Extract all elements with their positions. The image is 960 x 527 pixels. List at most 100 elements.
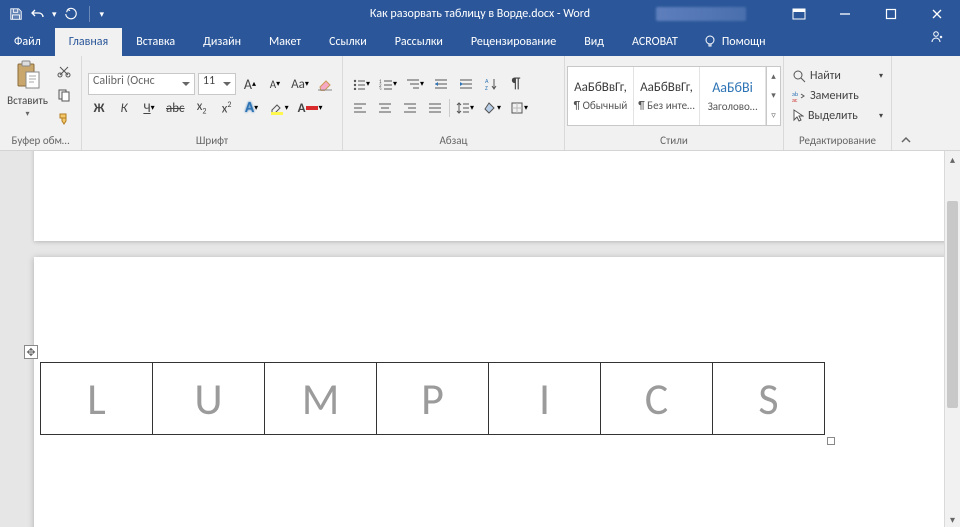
gallery-spinner[interactable]: ▴ ▾ ▿	[766, 67, 780, 125]
tab-file[interactable]: Файл	[0, 28, 55, 56]
superscript-icon[interactable]: x2	[216, 97, 238, 119]
table-resize-handle-icon[interactable]	[827, 437, 835, 445]
font-color-icon[interactable]: A▾	[295, 97, 326, 119]
tab-references[interactable]: Ссылки	[315, 28, 381, 56]
table-cell[interactable]: S	[713, 363, 825, 435]
tell-me-help[interactable]: Помощн	[692, 28, 776, 56]
show-marks-icon[interactable]: ¶	[505, 73, 527, 95]
paste-label: Вставить	[7, 94, 48, 107]
svg-text:A: A	[485, 77, 489, 85]
tab-design[interactable]: Дизайн	[189, 28, 255, 56]
replace-button[interactable]: abac Заменить	[790, 86, 885, 106]
highlight-icon[interactable]: ▾	[266, 97, 292, 119]
decrease-indent-icon[interactable]	[430, 73, 452, 95]
line-spacing-icon[interactable]: ▾	[453, 97, 477, 119]
clear-formatting-icon[interactable]	[314, 73, 336, 95]
font-name-input[interactable]: Calibri (Оснс	[88, 73, 195, 95]
font-size-input[interactable]: 11	[198, 73, 236, 95]
italic-icon[interactable]: К	[113, 97, 135, 119]
quick-access-toolbar: ▾ ▾	[0, 6, 104, 22]
save-icon[interactable]	[8, 6, 24, 22]
share-button[interactable]	[912, 28, 960, 56]
tab-layout[interactable]: Макет	[255, 28, 315, 56]
scroll-down-icon[interactable]: ▾	[945, 511, 960, 527]
cut-icon[interactable]	[53, 60, 75, 82]
style-preview: АаБбВвГг,	[574, 80, 627, 95]
vertical-ruler[interactable]	[0, 151, 24, 527]
find-label: Найти	[810, 69, 841, 83]
select-button[interactable]: Выделить ▾	[790, 106, 885, 126]
scroll-thumb[interactable]	[947, 201, 958, 407]
tab-home[interactable]: Главная	[55, 28, 122, 56]
group-label-styles: Стили	[571, 132, 777, 150]
style-heading1[interactable]: АаБбВі Заголово…	[700, 67, 766, 125]
underline-icon[interactable]: Ч▾	[138, 97, 160, 119]
text-effects-icon[interactable]: A▾	[241, 97, 263, 119]
justify-icon[interactable]	[424, 97, 446, 119]
bullets-icon[interactable]: ▾	[349, 73, 373, 95]
table-cell[interactable]: I	[489, 363, 601, 435]
style-name: ¶ Обычный	[574, 99, 628, 112]
style-name: ¶ Без инте…	[638, 99, 695, 112]
maximize-button[interactable]	[868, 0, 914, 28]
align-right-icon[interactable]	[399, 97, 421, 119]
svg-text:ac: ac	[792, 96, 798, 102]
svg-text:3: 3	[379, 87, 382, 90]
qat-customize-icon[interactable]: ▾	[100, 9, 105, 20]
chevron-down-icon: ▾	[879, 111, 883, 121]
shrink-font-icon[interactable]: A▾	[264, 73, 286, 95]
style-preview: АаБбВвГг,	[640, 80, 693, 95]
bold-icon[interactable]: Ж	[88, 97, 110, 119]
tab-acrobat[interactable]: ACROBAT	[618, 28, 692, 56]
undo-dropdown-icon[interactable]: ▾	[52, 9, 57, 20]
tab-mailings[interactable]: Рассылки	[381, 28, 457, 56]
align-left-icon[interactable]	[349, 97, 371, 119]
scroll-up-icon[interactable]: ▴	[945, 151, 960, 167]
increase-indent-icon[interactable]	[455, 73, 477, 95]
group-paragraph: ▾ 123▾ ▾ AZ ¶ ▾ ▾ ▾ Абзац	[343, 56, 565, 150]
multilevel-list-icon[interactable]: ▾	[403, 73, 427, 95]
table-cell[interactable]: L	[41, 363, 153, 435]
ribbon-display-options-icon[interactable]	[776, 0, 822, 28]
paste-button[interactable]: Вставить ▾	[6, 60, 49, 119]
format-painter-icon[interactable]	[53, 108, 75, 130]
change-case-icon[interactable]: Aa▾	[289, 73, 311, 95]
table-move-handle-icon[interactable]: ✥	[24, 345, 38, 359]
group-styles: АаБбВвГг, ¶ Обычный АаБбВвГг, ¶ Без инте…	[565, 56, 784, 150]
scroll-track[interactable]	[945, 167, 960, 511]
table-cell[interactable]: M	[265, 363, 377, 435]
document-canvas[interactable]: ✥ L U M P I C S	[24, 151, 944, 527]
grow-font-icon[interactable]: A▴	[239, 73, 261, 95]
chevron-down-icon: ▾	[767, 86, 780, 105]
shading-icon[interactable]: ▾	[480, 97, 504, 119]
tab-view[interactable]: Вид	[570, 28, 618, 56]
sort-icon[interactable]: AZ	[480, 73, 502, 95]
group-font: Calibri (Оснс 11 A▴ A▾ Aa▾ Ж К Ч▾ abc x2…	[82, 56, 343, 150]
subscript-icon[interactable]: x2	[191, 97, 213, 119]
user-name-blurred	[656, 7, 746, 21]
tab-insert[interactable]: Вставка	[122, 28, 189, 56]
find-button[interactable]: Найти ▾	[790, 66, 885, 86]
table-cell[interactable]: C	[601, 363, 713, 435]
page-previous	[34, 151, 944, 241]
collapse-ribbon-icon[interactable]	[892, 56, 920, 150]
undo-icon[interactable]	[30, 6, 46, 22]
style-normal[interactable]: АаБбВвГг, ¶ Обычный	[568, 67, 634, 125]
vertical-scrollbar[interactable]: ▴ ▾	[944, 151, 960, 527]
help-label: Помощн	[722, 35, 766, 49]
redo-icon[interactable]	[63, 6, 79, 22]
document-table[interactable]: L U M P I C S	[40, 362, 825, 435]
more-icon: ▿	[767, 106, 780, 125]
strike-icon[interactable]: abc	[163, 97, 188, 119]
copy-icon[interactable]	[53, 84, 75, 106]
align-center-icon[interactable]	[374, 97, 396, 119]
table-cell[interactable]: P	[377, 363, 489, 435]
borders-icon[interactable]: ▾	[507, 97, 531, 119]
table-cell[interactable]: U	[153, 363, 265, 435]
svg-text:ab: ab	[792, 90, 798, 98]
minimize-button[interactable]	[822, 0, 868, 28]
tab-review[interactable]: Рецензирование	[457, 28, 570, 56]
style-no-spacing[interactable]: АаБбВвГг, ¶ Без инте…	[634, 67, 700, 125]
close-button[interactable]	[914, 0, 960, 28]
numbering-icon[interactable]: 123▾	[376, 73, 400, 95]
